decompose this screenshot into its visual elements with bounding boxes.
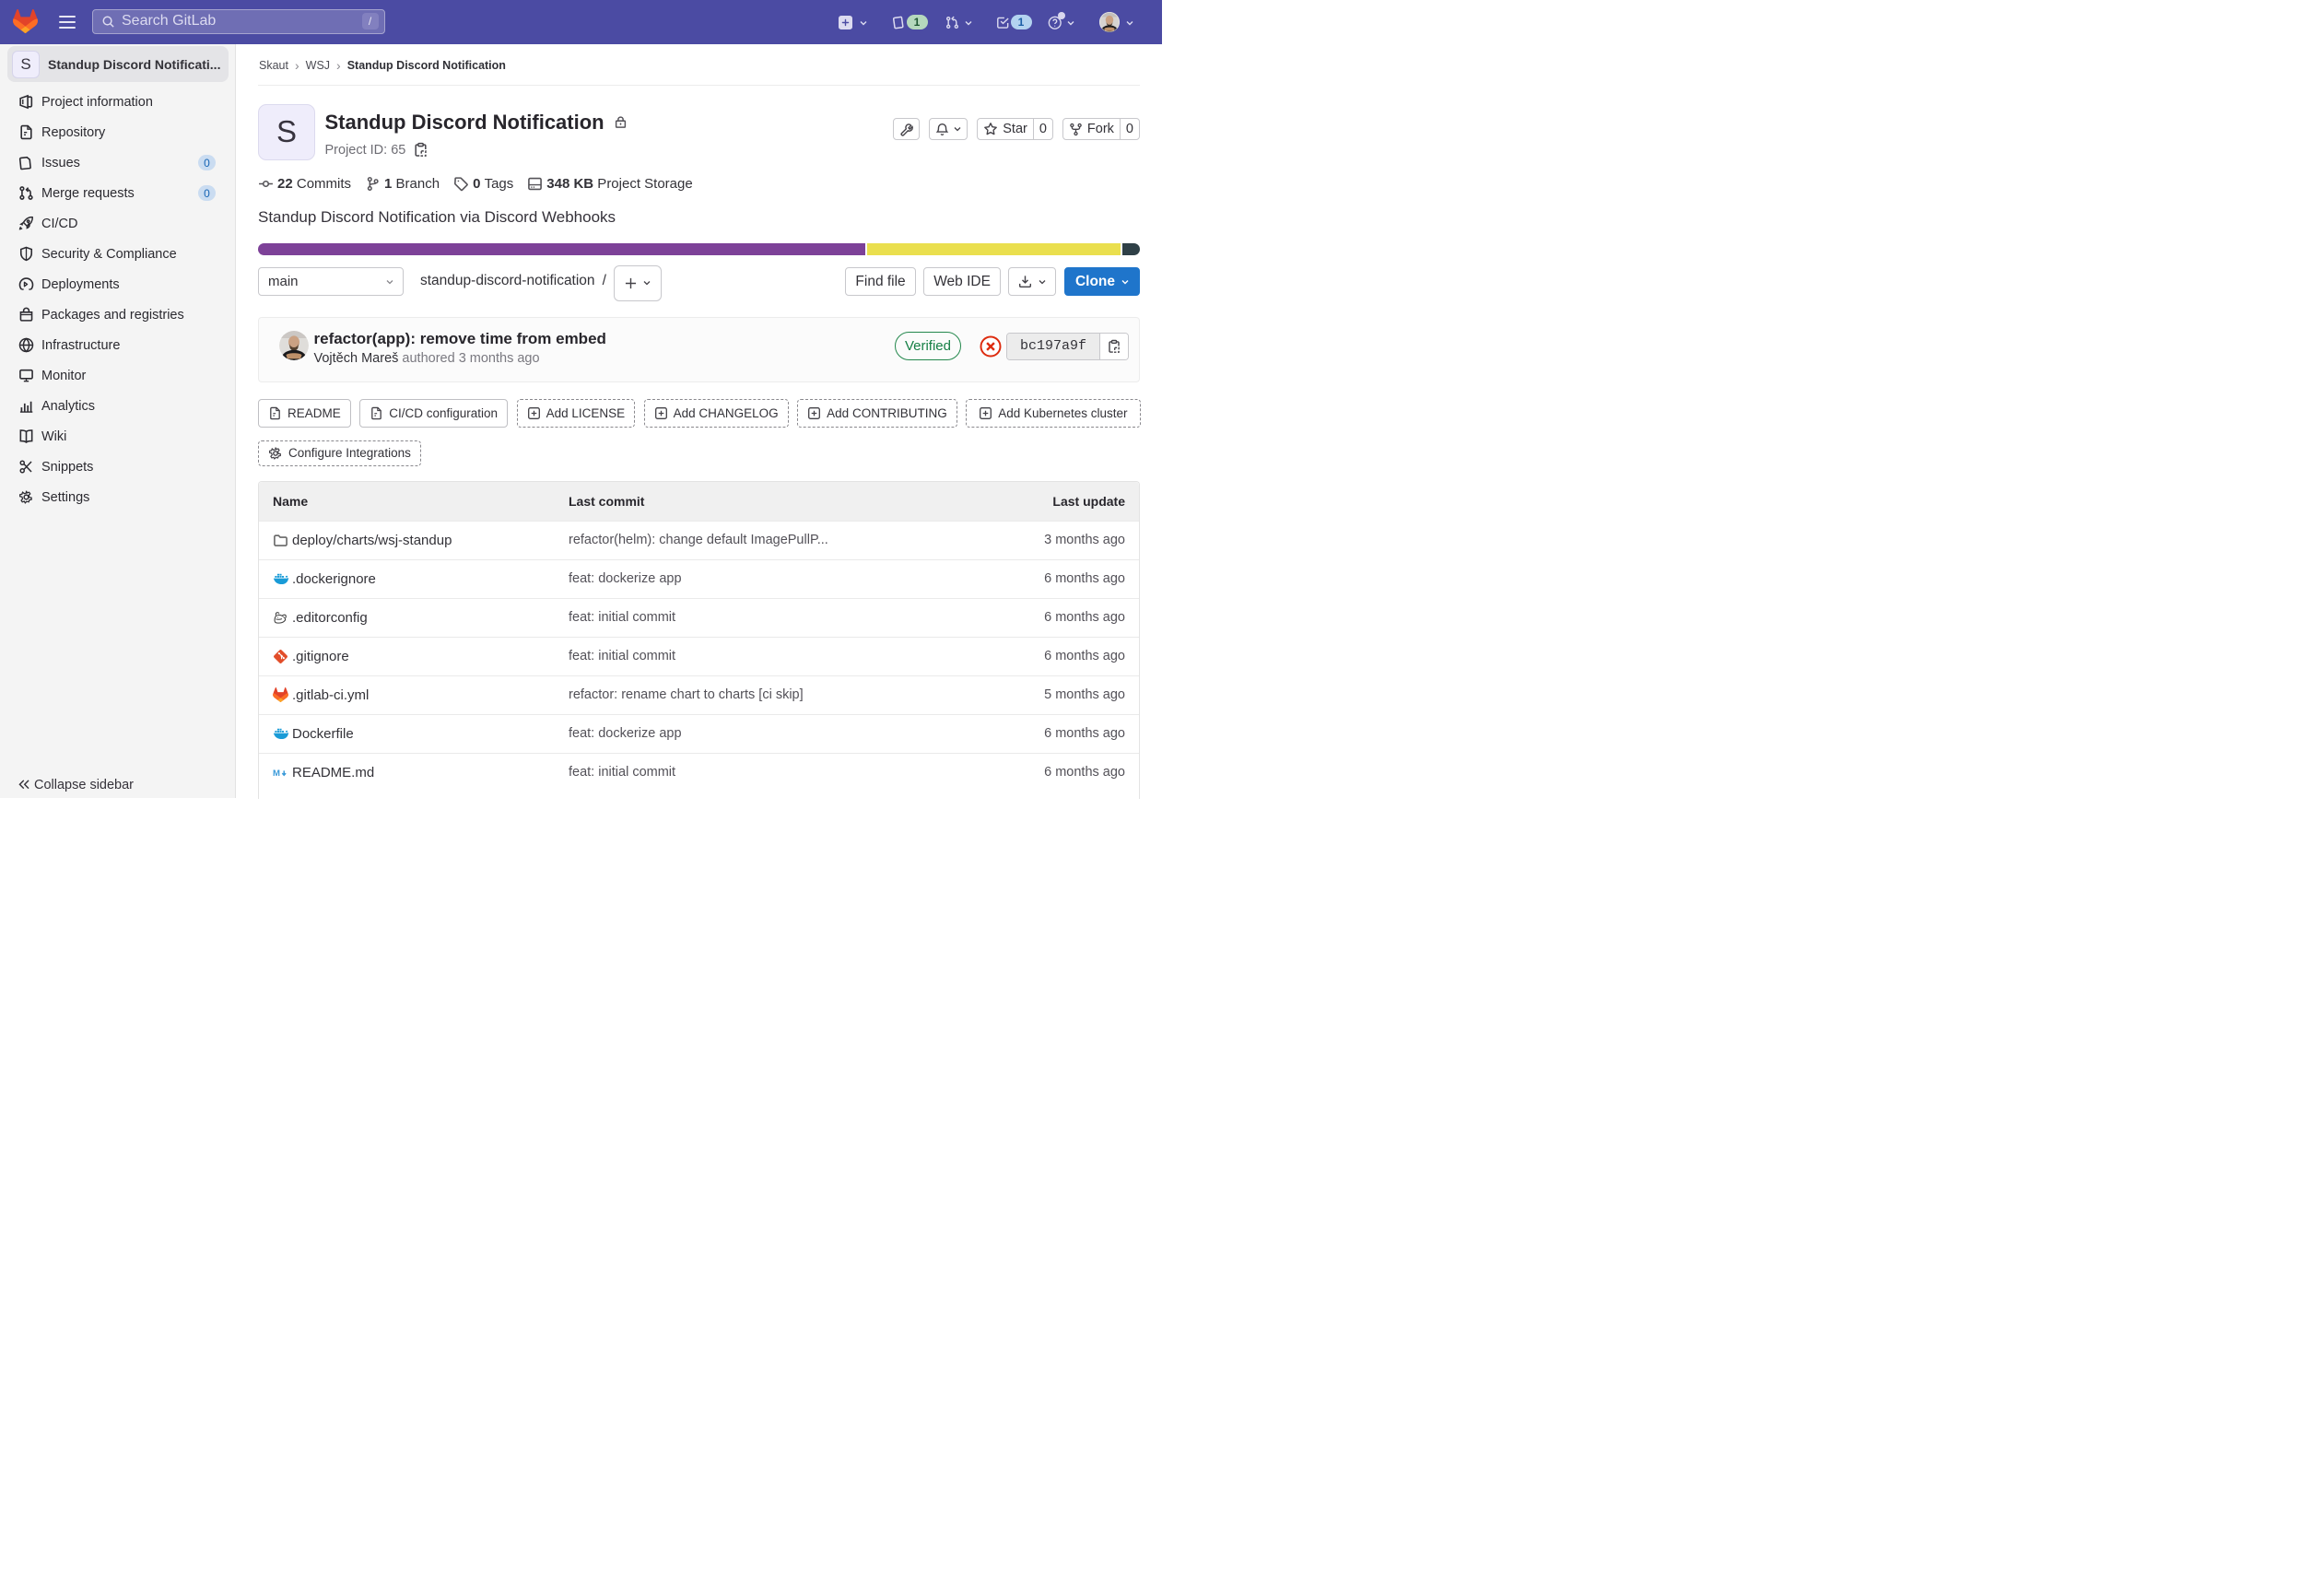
svg-text:M: M <box>273 769 280 779</box>
